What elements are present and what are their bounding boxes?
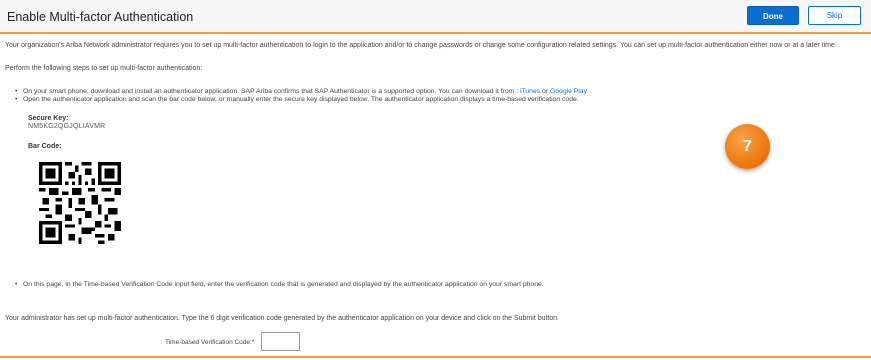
step-scan-code: • Open the authenticator application and … — [15, 96, 579, 103]
step-number-badge: 7 — [725, 124, 770, 169]
done-button[interactable]: Done — [747, 6, 799, 25]
bullet-icon: • — [15, 281, 18, 288]
secure-key-label: Secure Key: — [28, 115, 69, 122]
secure-key-value: NM5KG2QGJQLIAVMR — [28, 123, 106, 130]
bullet-icon: • — [15, 88, 18, 95]
skip-button[interactable]: Skip — [808, 6, 861, 25]
intro-text: Your organization's Ariba Network admini… — [5, 42, 837, 49]
admin-instructions: Your administrator has set up multi-fact… — [5, 315, 560, 322]
bar-code-label: Bar Code: — [28, 143, 62, 150]
verification-code-label: Time-based Verification Code:* — [165, 339, 255, 346]
step-download-app: • On your smart phone, download and insta… — [15, 88, 587, 95]
itunes-link[interactable]: iTunes — [520, 88, 540, 95]
steps-heading: Perform the following steps to set up mu… — [5, 65, 203, 72]
bullet-icon: • — [15, 96, 18, 103]
or-text: or — [540, 88, 550, 95]
qr-code-icon — [39, 162, 121, 244]
step-enter-text: On this page, in the Time-based Verifica… — [23, 281, 544, 288]
main-content: Your organization's Ariba Network admini… — [0, 34, 871, 360]
google-play-link[interactable]: Google Play — [550, 88, 587, 95]
step-download-text: On your smart phone, download and instal… — [23, 88, 520, 95]
page-title: Enable Multi-factor Authentication — [7, 10, 194, 24]
step-enter-code: • On this page, in the Time-based Verific… — [15, 281, 544, 288]
bottom-divider — [0, 356, 871, 358]
verification-code-input[interactable] — [261, 332, 300, 351]
header-bar: Enable Multi-factor Authentication Done … — [0, 0, 871, 34]
step-scan-text: Open the authenticator application and s… — [23, 96, 579, 103]
